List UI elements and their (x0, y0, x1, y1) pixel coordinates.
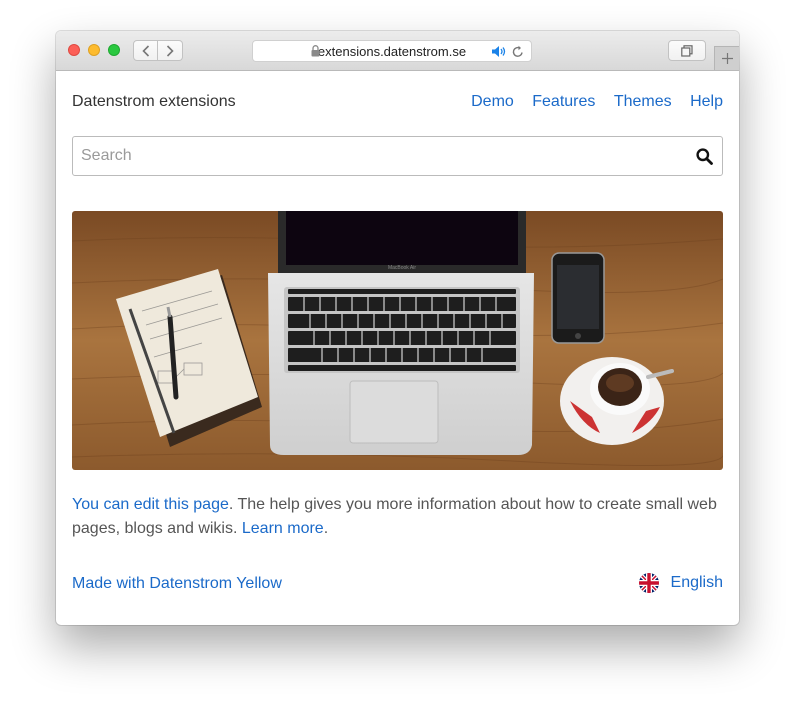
forward-button[interactable] (158, 40, 183, 61)
search-icon[interactable] (696, 148, 713, 165)
phone (551, 252, 605, 344)
new-tab-button[interactable] (714, 46, 739, 70)
plus-icon (721, 53, 733, 64)
intro-paragraph: You can edit this page. The help gives y… (72, 493, 723, 541)
search-box (72, 136, 723, 176)
back-button[interactable] (133, 40, 158, 61)
address-bar[interactable]: extensions.datenstrom.se (252, 40, 532, 62)
intro-end: . (323, 520, 329, 537)
close-window-button[interactable] (68, 44, 80, 56)
hero-image: MacBook Air (72, 211, 723, 470)
page-content: Datenstrom extensions Demo Features Them… (56, 71, 739, 625)
lock-icon (311, 45, 320, 57)
chevron-left-icon (141, 44, 149, 57)
language-selector: English (638, 573, 723, 593)
browser-toolbar: extensions.datenstrom.se (56, 31, 739, 71)
zoom-window-button[interactable] (108, 44, 120, 56)
laptop-brand: MacBook Air (388, 265, 416, 271)
uk-flag-icon (638, 573, 659, 593)
minimize-window-button[interactable] (88, 44, 100, 56)
reload-icon[interactable] (512, 45, 524, 58)
nav-features[interactable]: Features (532, 93, 595, 110)
search-input[interactable] (81, 145, 681, 167)
desk-photo: MacBook Air (72, 211, 723, 470)
made-with-link[interactable]: Made with Datenstrom Yellow (72, 575, 282, 593)
nav-demo[interactable]: Demo (471, 93, 514, 110)
site-title[interactable]: Datenstrom extensions (72, 93, 236, 111)
tabs-icon (681, 44, 693, 57)
laptop: MacBook Air (268, 211, 534, 455)
browser-window: extensions.datenstrom.se Datenstrom exte… (56, 31, 739, 625)
nav-themes[interactable]: Themes (614, 93, 672, 110)
address-url: extensions.datenstrom.se (317, 43, 467, 59)
chevron-right-icon (166, 44, 174, 57)
show-tabs-button[interactable] (668, 40, 706, 61)
language-link[interactable]: English (671, 574, 723, 592)
speaker-icon[interactable] (491, 45, 507, 58)
edit-page-link[interactable]: You can edit this page (72, 496, 229, 513)
site-navigation: Demo Features Themes Help (457, 93, 723, 111)
learn-more-link[interactable]: Learn more (242, 520, 324, 537)
nav-help[interactable]: Help (690, 93, 723, 110)
